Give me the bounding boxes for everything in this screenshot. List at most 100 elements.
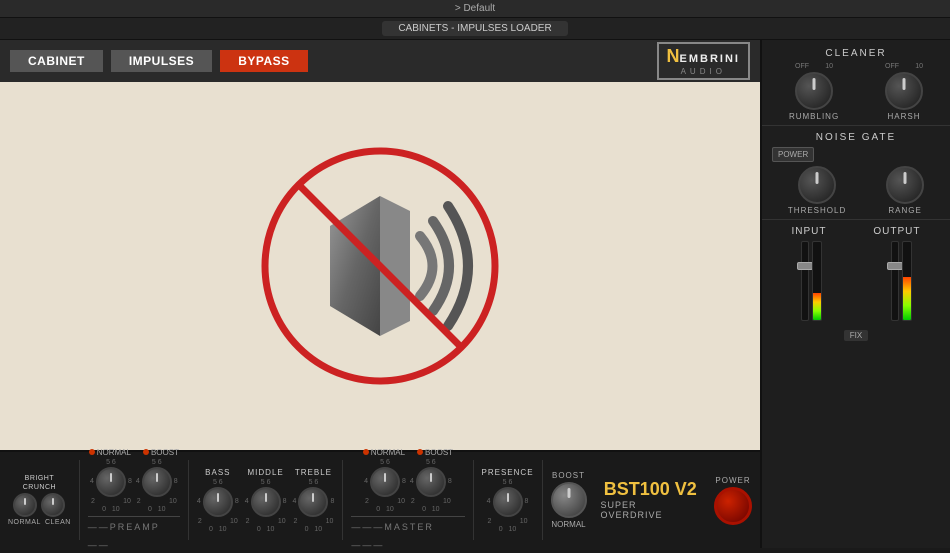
boost-led-label: BOOST (151, 448, 179, 457)
threshold-group: THRESHOLD (788, 166, 846, 215)
noisegate-section: NOISE GATE POWER THRESHOLD RANGE (762, 126, 950, 220)
preamp-label: ——PREAMP—— (88, 522, 160, 550)
power-group: POWER (714, 476, 752, 525)
main-container: CABINET IMPULSES BYPASS N EMBRINI AUDIO (0, 40, 950, 548)
preamp-knob1[interactable] (96, 467, 126, 497)
sep5 (542, 460, 543, 540)
normal-led2 (363, 449, 369, 455)
noisegate-power-btn[interactable]: POWER (772, 147, 814, 162)
impulses-tab[interactable]: IMPULSES (111, 50, 212, 72)
range-group: RANGE (886, 166, 924, 215)
master-knob2[interactable] (416, 467, 446, 497)
middle-knob[interactable] (251, 487, 281, 517)
boost-knob[interactable] (551, 482, 587, 518)
rumbling-range: OFF 10 (795, 63, 833, 70)
sep3 (342, 460, 343, 540)
left-panel: CABINET IMPULSES BYPASS N EMBRINI AUDIO (0, 40, 760, 548)
presence-knob[interactable] (493, 487, 523, 517)
logo-n: N (667, 46, 680, 67)
top-bar: CABINET IMPULSES BYPASS N EMBRINI AUDIO (0, 40, 760, 82)
input-label: INPUT (791, 226, 826, 237)
output-label: OUTPUT (873, 226, 920, 237)
io-labels: INPUT OUTPUT (768, 226, 944, 237)
fix-label[interactable]: FIX (844, 330, 868, 341)
boost-group: BOOST NORMAL (551, 471, 587, 529)
cleaner-section: CLEANER OFF 10 RUMBLING OFF 10 H (762, 40, 950, 126)
no-speaker-svg (250, 136, 510, 396)
normal-label2: NORMAL (551, 520, 585, 529)
bypass-tab[interactable]: BYPASS (220, 50, 307, 72)
input-meter-track (812, 241, 822, 321)
input-meter-fill (813, 293, 821, 320)
range-knob[interactable] (886, 166, 924, 204)
io-section: INPUT OUTPUT (762, 220, 950, 548)
master-label: ———MASTER——— (351, 522, 434, 550)
sub-title-text: CABINETS - IMPULSES LOADER (382, 21, 567, 36)
normal-led-group2: NORMAL (363, 448, 405, 457)
bright-knob[interactable] (13, 493, 37, 517)
sep4 (473, 460, 474, 540)
noisegate-title: NOISE GATE (768, 132, 944, 143)
crunch-knob[interactable] (41, 493, 65, 517)
crunch-label: CRUNCH (23, 484, 56, 491)
output-meter-group (891, 241, 912, 321)
normal-led-group: NORMAL (89, 448, 131, 457)
master-section: NORMAL BOOST 5 6 4 8 (351, 448, 464, 553)
boost-led-group2: BOOST (417, 448, 453, 457)
rumbling-group: OFF 10 RUMBLING (789, 63, 839, 121)
normal-led-label2: NORMAL (371, 448, 405, 457)
title-text: > Default (455, 3, 495, 14)
cleaner-title: CLEANER (768, 48, 944, 59)
harsh-group: OFF 10 HARSH (885, 63, 923, 121)
master-knob1[interactable] (370, 467, 400, 497)
normal-label-bc: NORMAL (8, 519, 41, 526)
presence-label: PRESENCE (482, 468, 534, 477)
bass-knob[interactable] (203, 487, 233, 517)
logo-box: N EMBRINI AUDIO (657, 42, 750, 80)
output-meter-track (902, 241, 912, 321)
boost-led2 (417, 449, 423, 455)
presence-group: PRESENCE 5 6 4 8 2 10 0 10 (482, 468, 534, 533)
harsh-range: OFF 10 (885, 63, 923, 70)
input-fader-container (801, 241, 809, 321)
sep2 (188, 460, 189, 540)
io-meters (768, 241, 944, 321)
speaker-icon (250, 136, 510, 396)
cabinet-tab[interactable]: CABINET (10, 50, 103, 72)
normal-led (89, 449, 95, 455)
power-label: POWER (715, 476, 750, 485)
right-panel: CLEANER OFF 10 RUMBLING OFF 10 H (760, 40, 950, 548)
treble-label: TREBLE (295, 468, 332, 477)
bright-crunch-group: BRIGHT CRUNCH NORMAL CLEAN (8, 475, 71, 526)
input-fader-handle[interactable] (797, 262, 813, 270)
harsh-knob[interactable] (885, 72, 923, 110)
clean-label: CLEAN (45, 519, 71, 526)
preamp-section: NORMAL BOOST 5 6 4 8 (88, 448, 180, 553)
output-fader-container (891, 241, 899, 321)
output-fader-handle[interactable] (887, 262, 903, 270)
logo-embrini: EMBRINI (680, 53, 740, 65)
bst-title-group: BST100 V2 SUPER OVERDRIVE (601, 480, 701, 520)
treble-knob[interactable] (298, 487, 328, 517)
title-bar: > Default (0, 0, 950, 18)
harsh-label: HARSH (888, 112, 921, 121)
rumbling-knob[interactable] (795, 72, 833, 110)
power-knob[interactable] (714, 487, 752, 525)
bass-group: BASS 5 6 4 8 2 10 0 10 (197, 468, 239, 533)
preamp-knob2[interactable] (142, 467, 172, 497)
output-meter-fill (903, 277, 911, 320)
bst-title: BST100 V2 (604, 480, 697, 498)
bass-label: BASS (205, 468, 230, 477)
sep1 (79, 460, 80, 540)
threshold-knob[interactable] (798, 166, 836, 204)
rumbling-label: RUMBLING (789, 112, 839, 121)
normal-led-label: NORMAL (97, 448, 131, 457)
threshold-label: THRESHOLD (788, 206, 846, 215)
middle-group: MIDDLE 5 6 4 8 2 10 0 10 (245, 468, 287, 533)
input-fader-track (801, 241, 809, 321)
range-label: RANGE (888, 206, 921, 215)
bottom-bar: BRIGHT CRUNCH NORMAL CLEAN NORMAL (0, 450, 760, 548)
noisegate-knobs: THRESHOLD RANGE (768, 166, 944, 215)
nembrini-logo: N EMBRINI AUDIO (657, 42, 750, 80)
boost-led-label2: BOOST (425, 448, 453, 457)
